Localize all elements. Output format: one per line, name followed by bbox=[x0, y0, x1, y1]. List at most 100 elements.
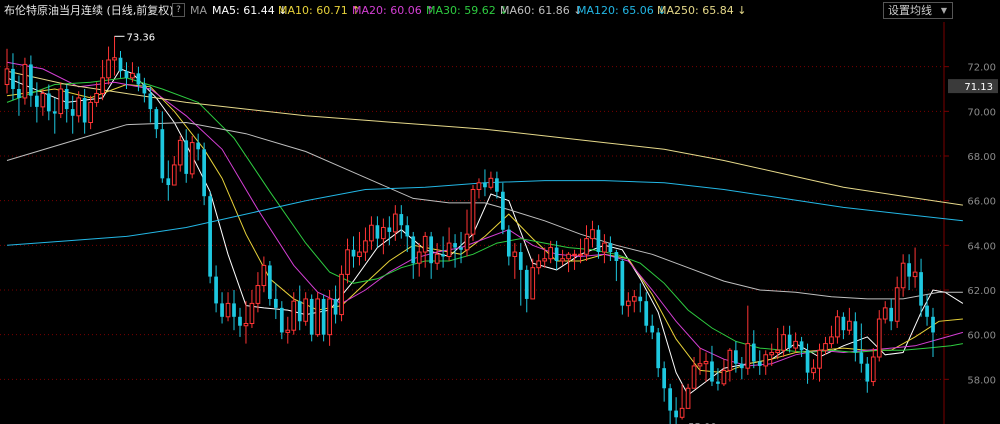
candle bbox=[931, 307, 935, 357]
candle bbox=[710, 345, 714, 387]
candle bbox=[381, 218, 386, 255]
candle-body bbox=[243, 323, 249, 327]
candle-body bbox=[422, 235, 428, 253]
candle bbox=[369, 216, 374, 250]
candle-body bbox=[441, 254, 445, 257]
candle bbox=[441, 236, 445, 268]
candle-body bbox=[847, 320, 852, 331]
candle bbox=[656, 327, 661, 378]
candle bbox=[136, 66, 141, 92]
candle-body bbox=[662, 368, 667, 389]
candle bbox=[870, 348, 876, 387]
candle bbox=[177, 135, 183, 172]
candle bbox=[662, 361, 667, 402]
candle-body bbox=[931, 316, 935, 333]
candle-body bbox=[608, 243, 613, 253]
candle-body bbox=[859, 352, 864, 364]
candle-body bbox=[321, 298, 326, 335]
candle bbox=[745, 305, 751, 375]
candle bbox=[518, 243, 523, 306]
candle-body bbox=[476, 182, 482, 191]
candle bbox=[721, 359, 727, 387]
candle-body bbox=[835, 316, 840, 338]
candle bbox=[142, 77, 147, 103]
candle-body bbox=[405, 225, 410, 237]
candle bbox=[279, 301, 284, 340]
candle bbox=[387, 216, 392, 246]
candle-body bbox=[751, 343, 756, 362]
candle-body bbox=[739, 363, 744, 369]
candle-body bbox=[303, 298, 309, 322]
candle bbox=[399, 205, 404, 239]
candle-body bbox=[644, 301, 649, 326]
candle bbox=[29, 55, 33, 107]
candle-body bbox=[745, 343, 751, 369]
candle bbox=[596, 225, 601, 259]
candle bbox=[64, 84, 69, 123]
candle bbox=[793, 332, 798, 353]
candle-body bbox=[345, 249, 350, 275]
candle-body bbox=[160, 129, 165, 179]
candle-body bbox=[631, 296, 637, 302]
candle-body bbox=[11, 68, 15, 89]
candle-body bbox=[375, 225, 380, 239]
candle bbox=[590, 220, 595, 248]
candle bbox=[566, 252, 571, 273]
candle-body bbox=[590, 229, 595, 240]
candle bbox=[220, 292, 224, 324]
candle-body bbox=[357, 251, 362, 258]
candle bbox=[638, 283, 643, 313]
candle-body bbox=[392, 213, 398, 233]
candle-body bbox=[829, 336, 834, 345]
candle-body bbox=[876, 318, 882, 358]
candle bbox=[238, 307, 242, 337]
candle bbox=[823, 336, 828, 355]
candle bbox=[560, 249, 565, 266]
candle bbox=[631, 290, 637, 313]
candle-body bbox=[578, 253, 583, 256]
candle bbox=[853, 312, 858, 362]
candle-body bbox=[22, 63, 28, 99]
candle-body bbox=[518, 252, 523, 270]
candle bbox=[501, 182, 505, 235]
candle-body bbox=[189, 142, 195, 175]
y-tick-label: 68.00 bbox=[967, 152, 996, 163]
candle bbox=[912, 247, 918, 288]
candle-body bbox=[668, 388, 672, 411]
candle-body bbox=[716, 381, 720, 384]
candle-body bbox=[805, 350, 810, 373]
candle bbox=[495, 171, 499, 199]
candle bbox=[625, 292, 631, 317]
candle bbox=[512, 243, 518, 279]
candle-body bbox=[841, 316, 846, 331]
candle-body bbox=[769, 352, 775, 356]
candle-body bbox=[853, 321, 858, 353]
candle bbox=[530, 258, 536, 300]
candle-body bbox=[912, 271, 918, 278]
candle-body bbox=[501, 191, 505, 230]
candle-body bbox=[894, 287, 900, 322]
candle-body bbox=[925, 305, 929, 317]
candle-body bbox=[196, 142, 201, 150]
candle-body bbox=[787, 334, 792, 349]
candle-body bbox=[261, 264, 267, 287]
candle bbox=[35, 82, 39, 123]
candle-body bbox=[40, 92, 46, 108]
candle bbox=[811, 359, 816, 380]
candle-body bbox=[757, 361, 762, 366]
candle-body bbox=[177, 139, 183, 166]
candle bbox=[907, 254, 911, 290]
y-tick-label: 72.00 bbox=[967, 63, 996, 74]
candle-body bbox=[52, 111, 57, 114]
y-tick-label: 64.00 bbox=[967, 241, 996, 252]
candle bbox=[243, 301, 249, 344]
candle-body bbox=[734, 350, 738, 364]
candle-body bbox=[656, 332, 661, 369]
candle bbox=[434, 243, 440, 270]
candle-body bbox=[268, 265, 272, 299]
candle-body bbox=[315, 298, 321, 336]
candle bbox=[865, 357, 870, 393]
candle bbox=[416, 243, 422, 277]
candle bbox=[291, 292, 297, 335]
candle-body bbox=[763, 354, 769, 367]
